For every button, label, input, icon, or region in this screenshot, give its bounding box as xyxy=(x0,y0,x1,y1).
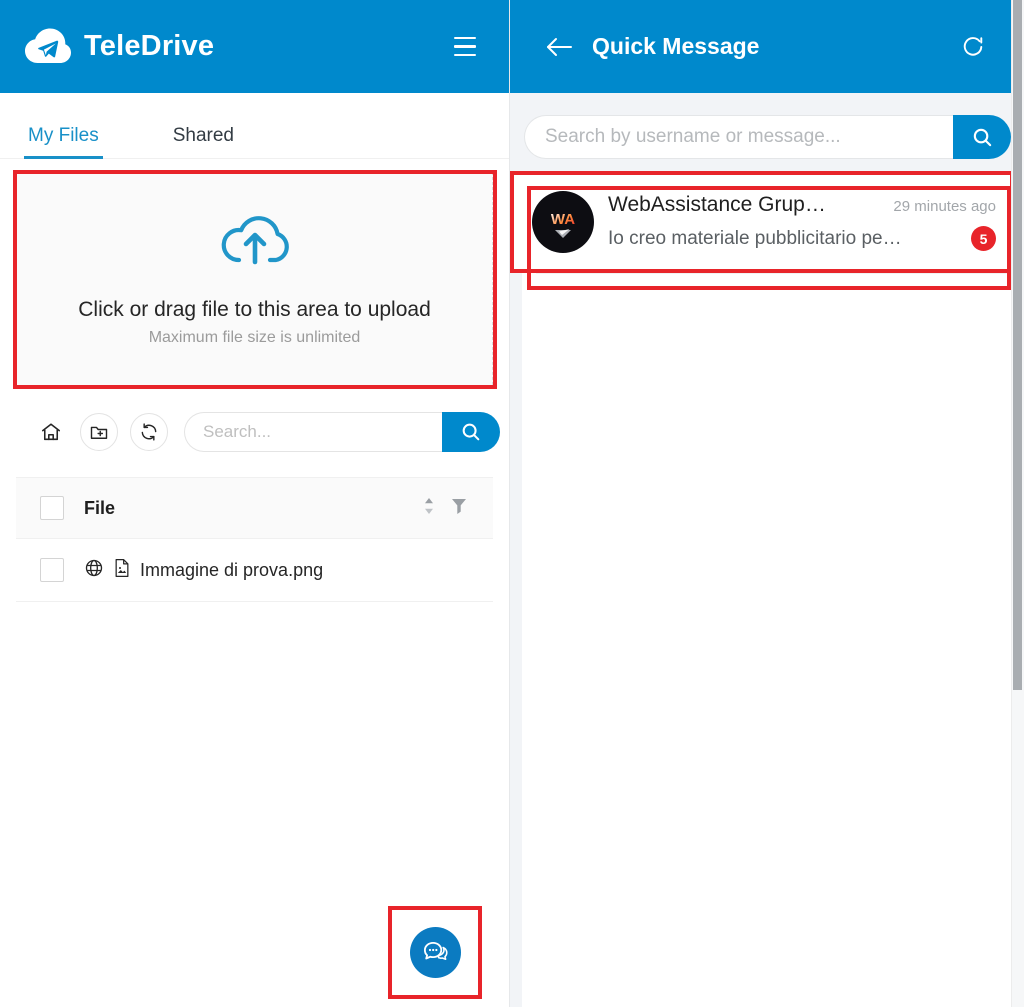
file-name-text: Immagine di prova.png xyxy=(140,559,324,580)
message-preview-row: Io creo materiale pubblicitario pe… 5 xyxy=(608,226,996,251)
message-sender: WebAssistance Grup… xyxy=(608,193,826,216)
message-preview: Io creo materiale pubblicitario pe… xyxy=(608,227,902,249)
tab-my-files[interactable]: My Files xyxy=(24,125,103,159)
arrow-left-icon[interactable] xyxy=(542,30,576,64)
message-search-button[interactable] xyxy=(953,115,1011,159)
message-title-row: WebAssistance Grup… 29 minutes ago xyxy=(608,193,996,217)
message-list-wrapper: WA WebAssistance Grup… 29 minutes ago Io… xyxy=(510,171,1024,1007)
brand: TeleDrive xyxy=(24,27,214,67)
message-item-highlight: WA WebAssistance Grup… 29 minutes ago Io… xyxy=(510,171,1014,273)
search-input[interactable] xyxy=(184,412,442,452)
cloud-paper-plane-logo xyxy=(24,27,72,67)
message-body: WebAssistance Grup… 29 minutes ago Io cr… xyxy=(608,193,996,251)
file-search-group xyxy=(184,412,500,452)
table-header-row: File xyxy=(16,477,493,539)
list-divider xyxy=(536,273,1010,274)
column-header-file[interactable]: File xyxy=(84,498,115,519)
home-icon[interactable] xyxy=(34,413,68,451)
app-header: TeleDrive xyxy=(0,0,509,93)
chat-fab-highlight xyxy=(388,906,482,999)
brand-name: TeleDrive xyxy=(84,30,215,62)
globe-icon xyxy=(84,558,104,583)
tab-bar: My Files Shared xyxy=(0,93,509,159)
message-search-input[interactable] xyxy=(524,115,953,159)
message-list: WA WebAssistance Grup… 29 minutes ago Io… xyxy=(510,171,1024,1007)
cloud-upload-icon xyxy=(219,212,291,272)
search-button[interactable] xyxy=(442,412,500,452)
table-row[interactable]: Immagine di prova.png xyxy=(16,539,493,602)
refresh-icon[interactable] xyxy=(954,28,992,66)
avatar: WA xyxy=(532,191,594,253)
quick-message-header: Quick Message xyxy=(510,0,1024,93)
file-table: File Immagine di prova.png xyxy=(16,477,493,602)
sort-updown-icon[interactable] xyxy=(422,497,436,520)
row-checkbox[interactable] xyxy=(40,558,64,582)
table-header-actions xyxy=(422,497,467,520)
file-toolbar xyxy=(0,388,509,460)
unread-badge: 5 xyxy=(971,226,996,251)
message-timestamp: 29 minutes ago xyxy=(893,198,996,215)
tab-shared[interactable]: Shared xyxy=(169,125,238,158)
file-dropzone[interactable]: Click or drag file to this area to uploa… xyxy=(16,170,493,388)
right-panel: Quick Message Search by username or mess… xyxy=(509,0,1024,1007)
upload-area-wrapper: Click or drag file to this area to uploa… xyxy=(16,170,493,388)
filter-icon[interactable] xyxy=(451,497,467,520)
refresh-icon[interactable] xyxy=(130,413,168,451)
page-title: Quick Message xyxy=(592,33,760,59)
left-panel: TeleDrive My Files Shared Click or drag … xyxy=(0,0,509,1007)
image-file-icon xyxy=(113,558,131,583)
svg-text:WA: WA xyxy=(551,211,575,228)
file-name-cell: Immagine di prova.png xyxy=(84,558,323,583)
hamburger-menu-icon[interactable] xyxy=(445,27,485,67)
list-item[interactable]: WA WebAssistance Grup… 29 minutes ago Io… xyxy=(514,175,1010,269)
dropzone-hint: Maximum file size is unlimited xyxy=(148,328,361,346)
vertical-scrollbar[interactable] xyxy=(1011,0,1024,1007)
quick-message-search-row xyxy=(510,93,1024,159)
chat-bubble-icon[interactable] xyxy=(409,927,461,978)
app-root: TeleDrive My Files Shared Click or drag … xyxy=(0,0,1024,1007)
scrollbar-thumb[interactable] xyxy=(1013,0,1022,690)
dropzone-title: Click or drag file to this area to uploa… xyxy=(78,297,431,321)
select-all-checkbox[interactable] xyxy=(40,496,64,520)
folder-add-icon[interactable] xyxy=(80,413,118,451)
